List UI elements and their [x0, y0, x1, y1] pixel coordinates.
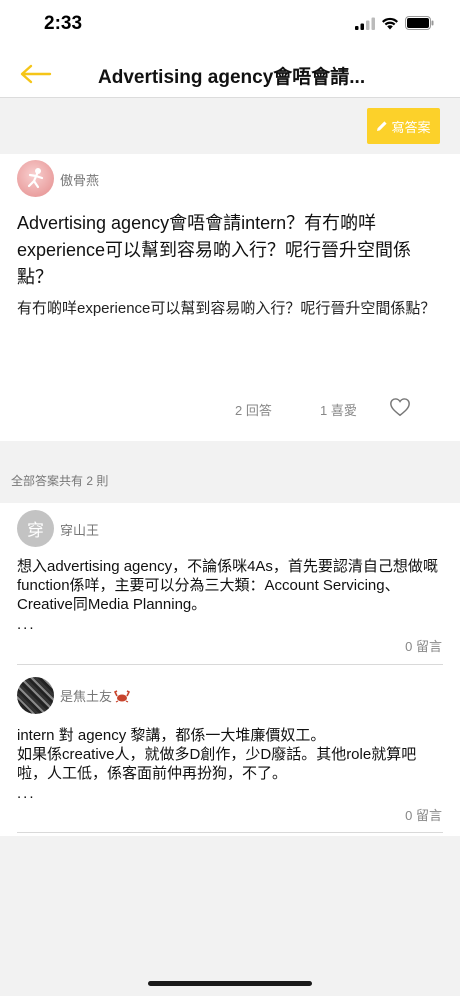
status-time: 2:33: [44, 13, 83, 34]
question-card: 傲骨燕 Advertising agency會唔會請intern？有冇啲咩exp…: [0, 154, 460, 441]
answer-more-ellipsis[interactable]: ...: [17, 616, 36, 633]
answers-count-stat: 2 回答: [235, 403, 272, 418]
answer-item[interactable]: 是焦土友 intern 對 agency 黎講，都係一大堆廉價奴工。 如果係cr…: [0, 665, 460, 835]
answer-author-avatar[interactable]: [17, 677, 54, 714]
answer-body: intern 對 agency 黎講，都係一大堆廉價奴工。 如果係creativ…: [17, 727, 417, 782]
battery-icon: [405, 16, 434, 30]
question-author-name[interactable]: 傲骨燕: [60, 170, 99, 189]
like-button[interactable]: [389, 396, 411, 418]
write-answer-row: 寫答案: [0, 98, 460, 154]
wifi-icon: [382, 17, 398, 30]
heart-icon: [390, 398, 410, 417]
write-answer-label: 寫答案: [391, 119, 431, 135]
answer-item[interactable]: 穿 穿山王 想入advertising agency，不論係咪4As，首先要認清…: [0, 503, 460, 665]
question-title: Advertising agency會唔會請intern？有冇啲咩experie…: [17, 213, 412, 287]
back-button[interactable]: [18, 62, 52, 86]
back-arrow-icon: [20, 64, 52, 84]
answer-author-block[interactable]: 是焦土友: [60, 686, 131, 705]
answer-comments-count[interactable]: 0 留言: [405, 636, 442, 655]
home-indicator[interactable]: [148, 981, 312, 986]
answer-author-name: 是焦土友: [60, 689, 113, 704]
answer-more-ellipsis[interactable]: ...: [17, 785, 36, 802]
answers-total-label: 全部答案共有 2 則: [11, 474, 109, 488]
answer-author-name[interactable]: 穿山王: [60, 520, 99, 539]
answer-body: 想入advertising agency，不論係咪4As，首先要認清自己想做嘅f…: [17, 558, 438, 613]
write-answer-button[interactable]: 寫答案: [367, 108, 440, 144]
answer-comments-count[interactable]: 0 留言: [405, 805, 442, 824]
status-bar: 2:33: [0, 0, 460, 50]
answer-divider: [17, 832, 443, 833]
crab-emoji-icon: [114, 689, 131, 703]
answer-author-avatar[interactable]: 穿: [17, 510, 54, 547]
question-body: 有冇啲咩experience可以幫到容易啲入行？呢行晉升空間係點？: [17, 300, 436, 317]
likes-count-stat: 1 喜愛: [320, 403, 357, 418]
question-author-avatar[interactable]: [17, 160, 54, 197]
nav-bar: Advertising agency會唔會請...: [0, 50, 460, 98]
status-icons: [355, 16, 434, 30]
pencil-icon: [377, 121, 388, 131]
cellular-signal-icon: [355, 17, 375, 30]
answers-count-row: 全部答案共有 2 則: [0, 441, 460, 503]
answers-list: 穿 穿山王 想入advertising agency，不論係咪4As，首先要認清…: [0, 503, 460, 836]
nav-title: Advertising agency會唔會請...: [98, 67, 366, 88]
avatar-figure-icon: [27, 168, 44, 189]
